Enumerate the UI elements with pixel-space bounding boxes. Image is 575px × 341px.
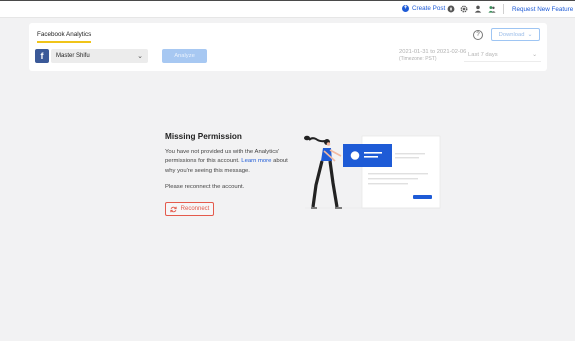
analytics-panel: Facebook Analytics ? Download ⌄ f Master… [29,23,547,71]
download-button[interactable]: Download ⌄ [491,28,540,41]
gear-icon[interactable] [460,5,468,13]
help-icon[interactable]: ? [473,30,483,40]
date-range: 2021-01-31 to 2021-02-06 (Timezone: PST) [399,49,466,63]
chevron-down-icon: ⌄ [527,31,533,38]
chevron-down-icon: ⌄ [137,53,143,60]
chevron-down-icon: ⌄ [532,52,537,58]
reconnect-button[interactable]: Reconnect [165,202,214,216]
top-header: + Create Post Request New Feature [0,1,575,18]
account-name: Master Shifu [56,53,90,59]
add-circle-icon: + [402,5,409,12]
period-label: Last 7 days [468,52,498,58]
create-post-button[interactable]: + Create Post [402,5,445,12]
header-divider [503,4,504,14]
download-label: Download [498,31,525,38]
missing-permission-title: Missing Permission [165,132,242,141]
request-new-feature-link[interactable]: Request New Feature [512,6,573,13]
date-range-text: 2021-01-31 to 2021-02-06 [399,49,467,55]
create-post-label: Create Post [412,5,446,12]
permission-illustration [304,135,441,209]
tab-facebook-analytics[interactable]: Facebook Analytics [37,31,92,43]
timezone-text: (Timezone: PST) [399,56,437,62]
facebook-icon: f [35,49,49,63]
analyze-button[interactable]: Analyze [162,49,207,63]
account-select[interactable]: Master Shifu ⌄ [51,49,148,63]
refresh-icon [170,206,177,212]
learn-more-link[interactable]: Learn more [241,158,271,164]
user-icon[interactable] [474,5,482,13]
missing-permission-description: You have not provided us with the Analyt… [165,148,290,176]
app-frame: + Create Post Request New Feature Facebo… [0,0,575,341]
compass-icon[interactable] [447,5,455,13]
reconnect-message: Please reconnect the account. [165,184,245,190]
reconnect-label: Reconnect [180,206,210,212]
team-icon[interactable] [488,5,496,13]
period-select[interactable]: Last 7 days ⌄ [464,50,541,62]
